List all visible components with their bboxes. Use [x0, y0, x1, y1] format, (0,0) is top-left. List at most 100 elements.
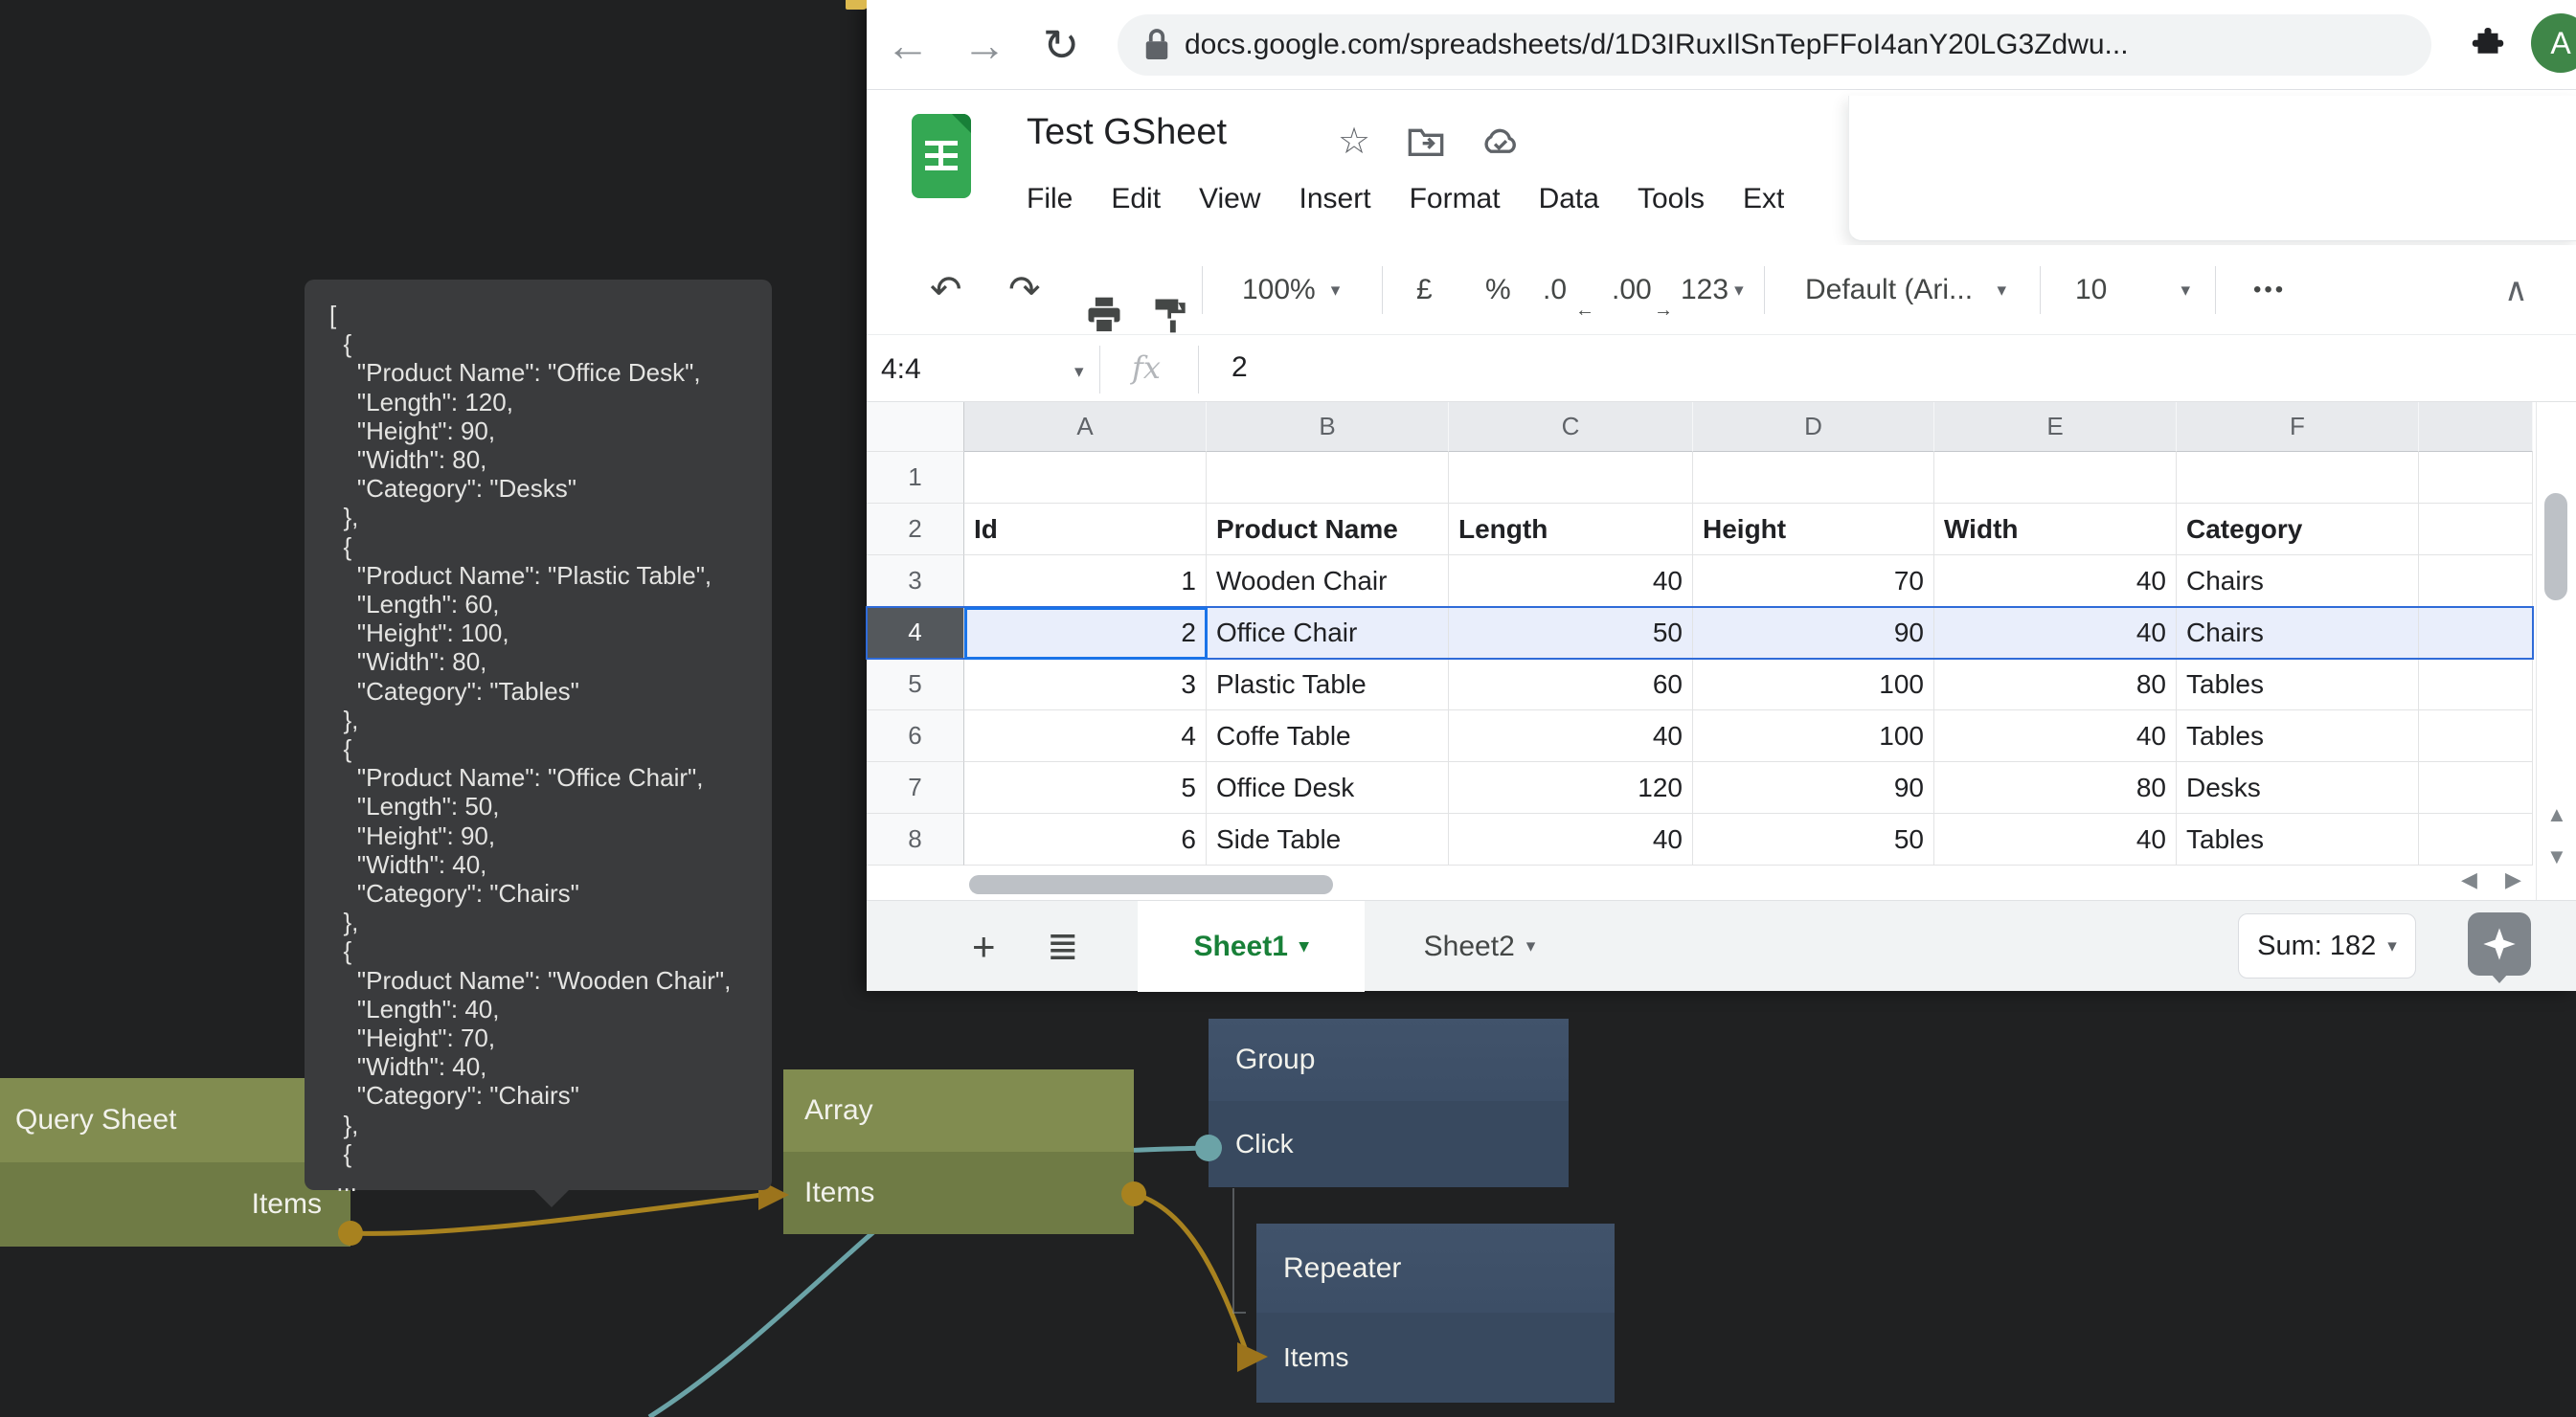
menu-insert[interactable]: Insert — [1299, 183, 1371, 215]
cell[interactable]: 6 — [964, 814, 1207, 866]
cell[interactable] — [2419, 762, 2533, 814]
node-query-sheet-title[interactable]: Query Sheet — [0, 1078, 350, 1162]
row-header-5[interactable]: 5 — [867, 659, 964, 710]
cell[interactable]: 1 — [964, 555, 1207, 607]
scroll-down-icon[interactable]: ▼ — [2546, 844, 2567, 869]
cell[interactable] — [964, 452, 1207, 504]
cell[interactable]: Category — [2177, 504, 2419, 555]
cell[interactable]: 80 — [1934, 762, 2177, 814]
cell[interactable]: 3 — [964, 659, 1207, 710]
cell[interactable]: 90 — [1693, 607, 1934, 659]
cell[interactable]: Chairs — [2177, 555, 2419, 607]
more-toolbar-options[interactable]: ••• — [2253, 245, 2286, 335]
vertical-scrollbar[interactable]: ▲ ▼ — [2536, 402, 2576, 900]
cell[interactable] — [2177, 452, 2419, 504]
node-repeater-title[interactable]: Repeater — [1256, 1224, 1615, 1313]
column-header-C[interactable]: C — [1449, 402, 1693, 452]
extensions-puzzle-icon[interactable] — [2468, 25, 2508, 65]
column-header-F[interactable]: F — [2177, 402, 2419, 452]
cell[interactable]: 40 — [1934, 607, 2177, 659]
cell[interactable]: Side Table — [1207, 814, 1449, 866]
cell[interactable]: 2 — [964, 607, 1207, 659]
cell[interactable]: 100 — [1693, 710, 1934, 762]
cell[interactable]: 40 — [1449, 555, 1693, 607]
column-header-A[interactable]: A — [964, 402, 1207, 452]
row-header-3[interactable]: 3 — [867, 555, 964, 607]
cell[interactable] — [2419, 452, 2533, 504]
undo-icon[interactable]: ↶ — [930, 245, 962, 335]
sheet2-menu-caret[interactable]: ▾ — [1526, 935, 1536, 957]
menu-edit[interactable]: Edit — [1111, 183, 1161, 215]
cell[interactable]: 40 — [1449, 710, 1693, 762]
row-header-2[interactable]: 2 — [867, 504, 964, 555]
cell[interactable]: Chairs — [2177, 607, 2419, 659]
tab-sheet1[interactable]: Sheet1 ▾ — [1138, 901, 1365, 992]
cell[interactable]: 70 — [1693, 555, 1934, 607]
menu-file[interactable]: File — [1027, 183, 1073, 215]
formula-input[interactable]: 2 — [1232, 351, 1248, 384]
star-document-icon[interactable]: ☆ — [1338, 120, 1370, 163]
node-repeater[interactable]: Repeater Items — [1256, 1224, 1615, 1403]
cell[interactable]: Office Desk — [1207, 762, 1449, 814]
cell[interactable]: 40 — [1934, 814, 2177, 866]
cell[interactable]: Height — [1693, 504, 1934, 555]
cell[interactable]: Wooden Chair — [1207, 555, 1449, 607]
horizontal-scroll-thumb[interactable] — [969, 875, 1333, 894]
node-group[interactable]: Group Click — [1209, 1019, 1569, 1187]
cell[interactable]: Width — [1934, 504, 2177, 555]
horizontal-scrollbar[interactable]: ◀ ▶ — [867, 866, 2533, 900]
menu-format[interactable]: Format — [1410, 183, 1501, 215]
node-query-sheet-port-items[interactable]: Items — [0, 1162, 350, 1247]
column-header-E[interactable]: E — [1934, 402, 2177, 452]
sum-indicator[interactable]: Sum: 182 ▾ — [2238, 913, 2416, 978]
node-array-port-items[interactable]: Items — [783, 1152, 1134, 1234]
font-size-select[interactable]: 10 ▾ — [2075, 245, 2190, 335]
add-sheet-button[interactable]: + — [972, 901, 996, 992]
cell[interactable]: 50 — [1693, 814, 1934, 866]
reload-icon[interactable]: ↻ — [1031, 0, 1091, 90]
cell[interactable] — [2419, 710, 2533, 762]
cell[interactable]: Tables — [2177, 659, 2419, 710]
cell[interactable]: Tables — [2177, 710, 2419, 762]
cell[interactable] — [1449, 452, 1693, 504]
scroll-left-icon[interactable]: ◀ — [2461, 867, 2477, 892]
cell[interactable]: Length — [1449, 504, 1693, 555]
node-array[interactable]: Array Items — [783, 1069, 1134, 1234]
node-array-title[interactable]: Array — [783, 1069, 1134, 1152]
currency-format-button[interactable]: £ — [1416, 245, 1433, 335]
node-group-port-click[interactable]: Click — [1209, 1101, 1569, 1187]
url-bar[interactable]: docs.google.com/spreadsheets/d/1D3IRuxIl… — [1118, 14, 2431, 76]
row-header-7[interactable]: 7 — [867, 762, 964, 814]
cell[interactable] — [2419, 814, 2533, 866]
cell[interactable]: 80 — [1934, 659, 2177, 710]
move-to-folder-icon[interactable] — [1407, 125, 1445, 158]
cell[interactable]: Id — [964, 504, 1207, 555]
cell[interactable] — [2419, 607, 2533, 659]
cell[interactable]: Product Name — [1207, 504, 1449, 555]
column-header-partial[interactable] — [2419, 402, 2533, 452]
column-header-B[interactable]: B — [1207, 402, 1449, 452]
cell[interactable]: 5 — [964, 762, 1207, 814]
node-group-title[interactable]: Group — [1209, 1019, 1569, 1101]
row-header-6[interactable]: 6 — [867, 710, 964, 762]
menu-data[interactable]: Data — [1539, 183, 1599, 215]
node-query-sheet[interactable]: Query Sheet Items — [0, 1078, 350, 1247]
row-header-1[interactable]: 1 — [867, 452, 964, 504]
cell[interactable]: 120 — [1449, 762, 1693, 814]
number-format-menu[interactable]: 123 ▾ — [1681, 245, 1744, 335]
name-box[interactable]: 4:4 — [881, 336, 921, 402]
cell[interactable]: 60 — [1449, 659, 1693, 710]
cloud-saved-icon[interactable] — [1480, 125, 1522, 158]
cell[interactable]: Tables — [2177, 814, 2419, 866]
cell[interactable]: Coffe Table — [1207, 710, 1449, 762]
zoom-select[interactable]: 100% ▾ — [1242, 245, 1340, 335]
menu-ext[interactable]: Ext — [1743, 183, 1784, 215]
scroll-right-icon[interactable]: ▶ — [2505, 867, 2521, 892]
cell[interactable] — [2419, 555, 2533, 607]
menu-view[interactable]: View — [1199, 183, 1260, 215]
vertical-scroll-thumb[interactable] — [2544, 493, 2567, 600]
row-header-8[interactable]: 8 — [867, 814, 964, 866]
back-icon[interactable]: ← — [878, 0, 938, 90]
row-header-4[interactable]: 4 — [867, 607, 964, 659]
cell[interactable] — [1207, 452, 1449, 504]
